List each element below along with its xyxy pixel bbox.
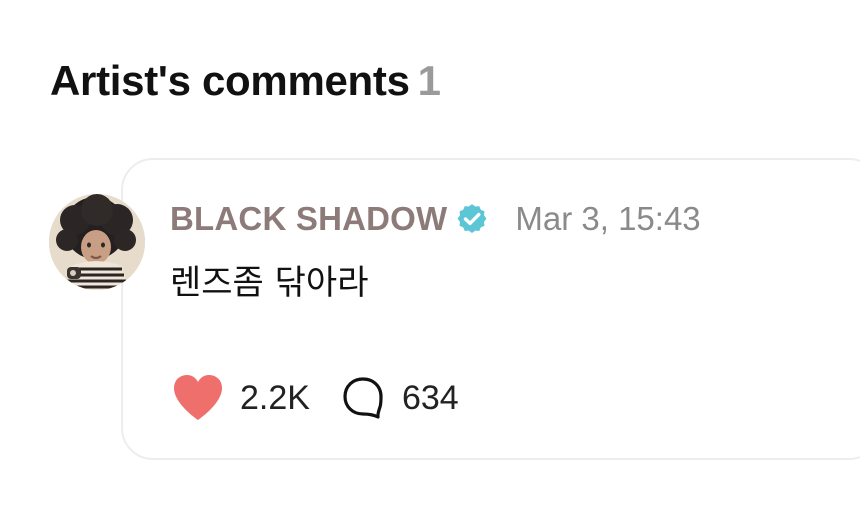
reply-button[interactable]: 634 <box>338 373 459 423</box>
comment-actions: 2.2K 634 <box>170 370 459 426</box>
comment-count: 1 <box>417 57 441 104</box>
section-title: Artist's comments 1 <box>50 56 441 106</box>
comment-timestamp: Mar 3, 15:43 <box>515 200 701 237</box>
like-button[interactable]: 2.2K <box>170 372 310 424</box>
speech-bubble-icon <box>343 377 383 419</box>
like-count: 2.2K <box>240 378 310 417</box>
heart-icon <box>174 375 222 420</box>
comment-header: BLACK SHADOW Mar 3, 15:43 <box>170 196 701 242</box>
avatar-image <box>49 194 145 290</box>
verified-badge-icon <box>457 204 487 234</box>
section-title-text: Artist's comments <box>50 57 410 104</box>
reply-count: 634 <box>401 378 459 417</box>
author-name[interactable]: BLACK SHADOW <box>170 200 447 238</box>
avatar[interactable] <box>49 194 145 290</box>
comment-text: 렌즈좀 닦아라 <box>170 263 369 303</box>
